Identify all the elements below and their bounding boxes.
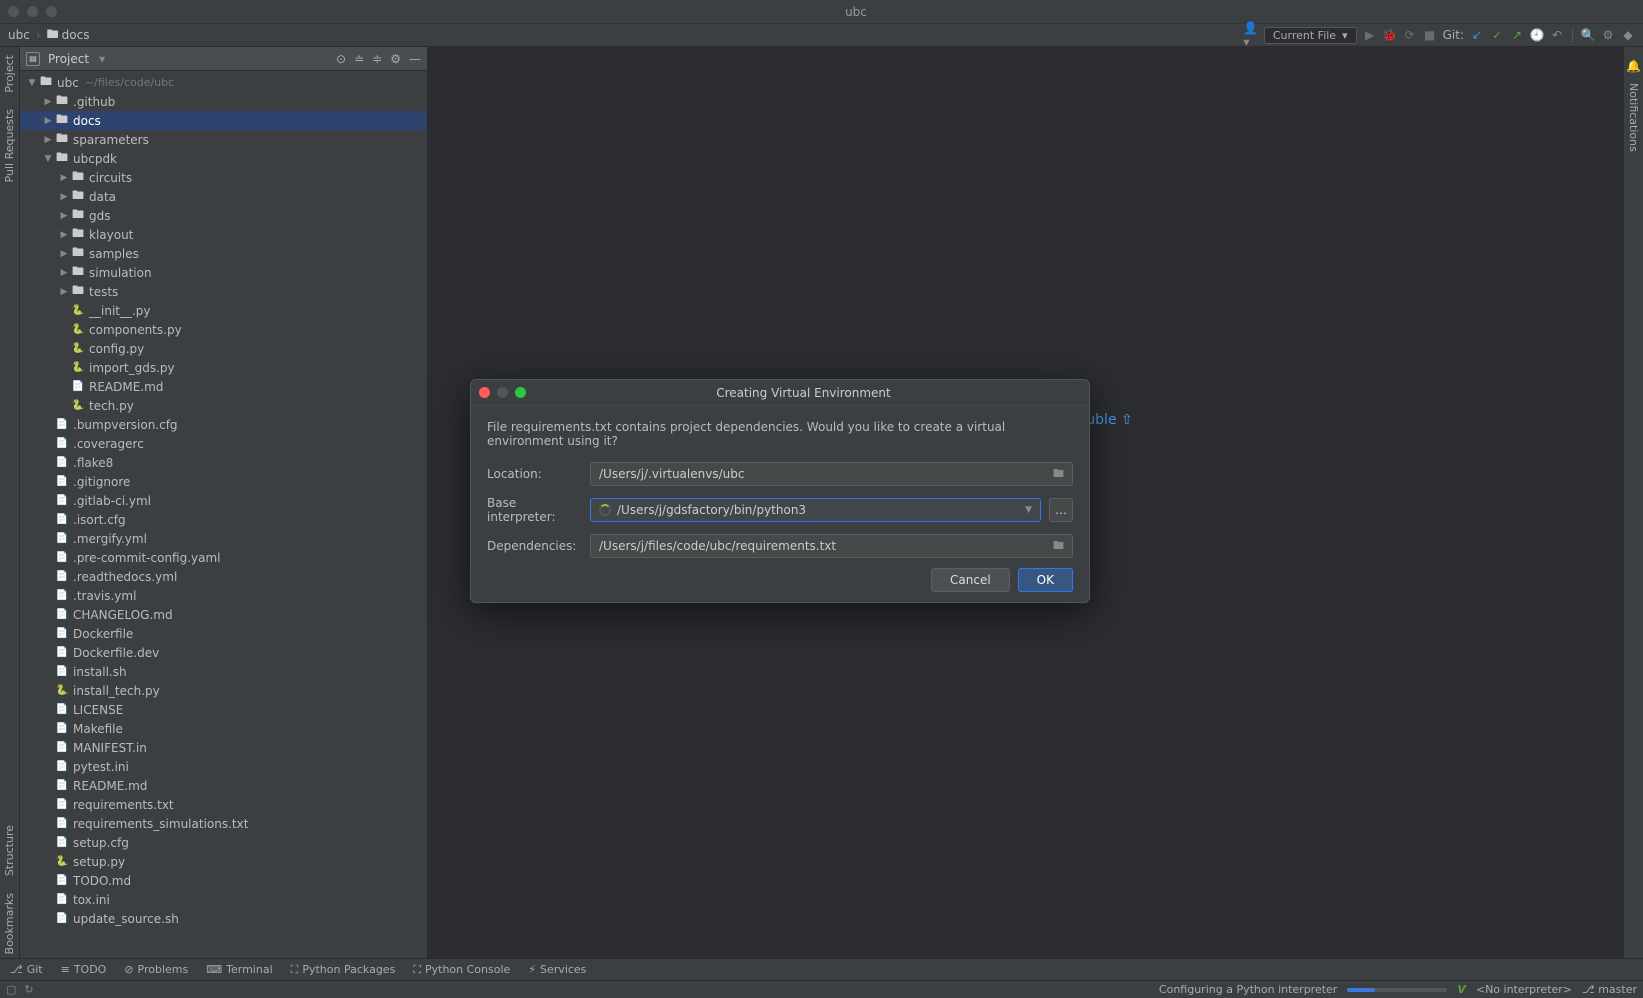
dialog-zoom-icon[interactable] [515, 387, 526, 398]
dialog-titlebar[interactable]: Creating Virtual Environment [471, 380, 1089, 406]
dependencies-value: /Users/j/files/code/ubc/requirements.txt [599, 539, 836, 553]
ok-button[interactable]: OK [1018, 568, 1073, 592]
interpreter-browse-button[interactable]: … [1049, 498, 1073, 522]
browse-folder-icon[interactable]: 🖿 [1053, 537, 1064, 556]
location-value: /Users/j/.virtualenvs/ubc [599, 467, 744, 481]
interpreter-value: /Users/j/gdsfactory/bin/python3 [617, 503, 806, 517]
interpreter-label: Base interpreter: [487, 496, 582, 524]
interpreter-select[interactable]: /Users/j/gdsfactory/bin/python3 ▼ [590, 498, 1041, 522]
create-venv-dialog: Creating Virtual Environment File requir… [470, 379, 1090, 603]
browse-folder-icon[interactable]: 🖿 [1053, 465, 1064, 484]
dependencies-label: Dependencies: [487, 539, 582, 553]
dialog-close-icon[interactable] [479, 387, 490, 398]
dialog-message: File requirements.txt contains project d… [487, 420, 1073, 448]
loading-spinner-icon [599, 504, 611, 516]
location-input[interactable]: /Users/j/.virtualenvs/ubc 🖿 [590, 462, 1073, 486]
cancel-button[interactable]: Cancel [931, 568, 1010, 592]
dependencies-input[interactable]: /Users/j/files/code/ubc/requirements.txt… [590, 534, 1073, 558]
chevron-down-icon[interactable]: ▼ [1025, 505, 1032, 515]
modal-overlay: Creating Virtual Environment File requir… [0, 0, 1643, 998]
dialog-minimize-icon [497, 387, 508, 398]
location-label: Location: [487, 467, 582, 481]
dialog-title: Creating Virtual Environment [526, 386, 1081, 400]
